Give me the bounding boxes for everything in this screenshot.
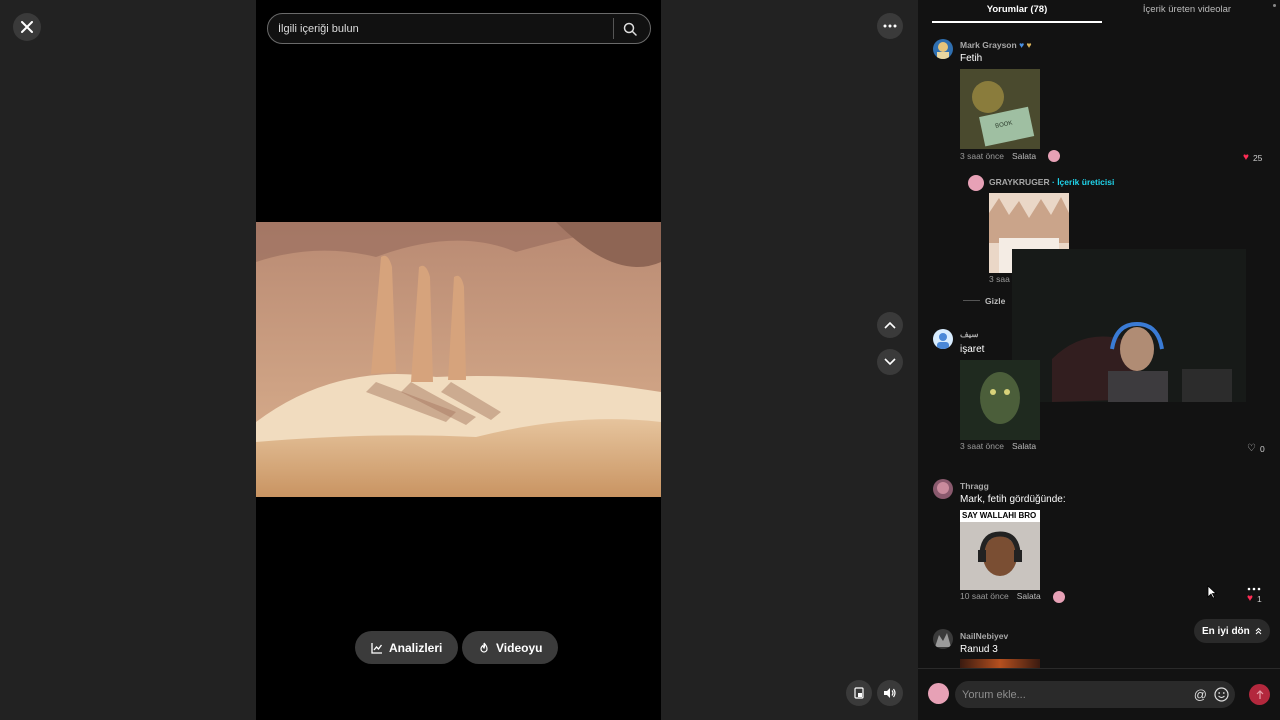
search-icon — [623, 22, 637, 36]
emoji-icon[interactable] — [1214, 687, 1229, 702]
comment-text: işaret — [960, 344, 985, 355]
send-button[interactable] — [1249, 684, 1270, 705]
panel-menu-dot[interactable] — [1273, 4, 1276, 7]
avatar[interactable] — [968, 175, 984, 191]
scroll-top-label: En iyi dön — [1202, 625, 1250, 637]
comment-gif[interactable] — [960, 360, 1040, 440]
search-divider — [613, 18, 614, 39]
like-count: 1 — [1256, 593, 1262, 604]
double-chevron-up-icon — [1255, 627, 1262, 635]
like-button[interactable]: ♥ 1 — [1247, 593, 1262, 604]
comment-composer: @ — [918, 668, 1280, 720]
tag-avatar — [1053, 591, 1065, 603]
meme-caption: SAY WALLAHI BRO — [962, 511, 1037, 520]
arrow-up-icon — [1256, 689, 1263, 699]
like-count: 25 — [1252, 152, 1263, 163]
user-avatar[interactable] — [928, 683, 949, 704]
close-button[interactable] — [13, 13, 41, 41]
chart-icon — [371, 642, 383, 654]
comment-tag: Salata — [1016, 591, 1041, 601]
previous-video-button[interactable] — [877, 312, 903, 338]
comment-time: 10 saat önce — [960, 591, 1009, 601]
avatar[interactable] — [933, 329, 953, 349]
chevron-up-icon — [884, 321, 896, 329]
pip-button[interactable] — [846, 680, 872, 706]
avatar[interactable] — [933, 39, 953, 59]
heart-outline-icon: ♡ — [1247, 443, 1256, 454]
hide-replies-button[interactable]: Gizle — [985, 296, 1005, 306]
next-video-button[interactable] — [877, 349, 903, 375]
analytics-label: Analizleri — [389, 640, 443, 655]
heart-icon: ♥ — [1247, 593, 1253, 604]
comment-time: 3 saat önce — [960, 441, 1004, 451]
flame-icon — [480, 642, 488, 653]
analytics-button[interactable]: Analizleri — [355, 631, 459, 664]
search-bar — [267, 13, 651, 44]
tag-avatar — [1048, 150, 1060, 162]
comment-time: 3 saat önce — [960, 151, 1004, 161]
comment-author[interactable]: NailNebiyev — [960, 631, 1008, 641]
chevron-down-icon — [884, 358, 896, 366]
creator-badge: · İçerik üreticisi — [1052, 177, 1115, 187]
comment-author[interactable]: سيف — [960, 329, 979, 340]
hide-line — [963, 300, 980, 301]
mention-icon[interactable]: @ — [1194, 687, 1207, 702]
cursor-icon — [1207, 585, 1217, 599]
yellow-heart-icon: ♥ — [1026, 40, 1032, 50]
comment-tag: Salata — [1011, 151, 1037, 161]
video-button[interactable]: Videoyu — [462, 631, 559, 664]
heart-icon: ♥ — [1243, 152, 1249, 163]
comment-input-box: @ — [955, 681, 1235, 708]
comment-gif[interactable] — [960, 659, 1040, 668]
comment-meta: 3 saat önce Salata — [960, 441, 1036, 451]
comment-author[interactable]: Mark Grayson ♥ ♥ — [960, 40, 1032, 50]
video-frame — [256, 222, 661, 497]
tab-comments[interactable]: Yorumlar (78) — [932, 0, 1102, 23]
reply-time: 3 saa — [989, 274, 1010, 284]
comment-meta: 3 saat önce Salata — [960, 151, 1036, 161]
volume-icon — [884, 688, 896, 698]
volume-button[interactable] — [877, 680, 903, 706]
blue-heart-icon: ♥ — [1019, 40, 1025, 50]
scroll-to-top-button[interactable]: En iyi dön — [1194, 619, 1270, 643]
ellipsis-icon — [883, 24, 897, 28]
comment-text: Mark, fetih gördüğünde: — [960, 494, 1066, 505]
webcam-overlay — [1012, 249, 1246, 402]
comment-gif[interactable]: BOOK — [960, 69, 1040, 149]
more-options-button[interactable] — [877, 13, 903, 39]
search-input[interactable] — [278, 22, 613, 35]
comment-author[interactable]: Thragg — [960, 481, 989, 491]
avatar[interactable] — [933, 629, 953, 649]
reply-author[interactable]: GRAYKRUGER · İçerik üreticisi — [989, 177, 1114, 187]
comment-text: Fetih — [960, 53, 983, 64]
comment-meta: 10 saat önce Salata — [960, 591, 1041, 601]
comment-gif[interactable]: SAY WALLAHI BRO — [960, 510, 1040, 590]
comment-input[interactable] — [962, 688, 1194, 701]
comment-text: Ranud 3 — [960, 644, 998, 655]
search-button[interactable] — [623, 21, 639, 37]
ellipsis-icon — [1247, 587, 1261, 591]
close-icon — [21, 21, 33, 33]
video-label: Videoyu — [496, 640, 543, 655]
pip-icon — [854, 687, 864, 699]
like-count: 0 — [1259, 443, 1265, 454]
comment-tag: Salata — [1011, 441, 1037, 451]
like-button[interactable]: ♡ 0 — [1247, 443, 1265, 454]
like-button[interactable]: ♥ 25 — [1243, 152, 1262, 163]
tab-creator-videos[interactable]: İçerik üreten videolar — [1102, 0, 1272, 23]
avatar[interactable] — [933, 479, 953, 499]
panel-tabs: Yorumlar (78) İçerik üreten videolar — [932, 0, 1272, 23]
